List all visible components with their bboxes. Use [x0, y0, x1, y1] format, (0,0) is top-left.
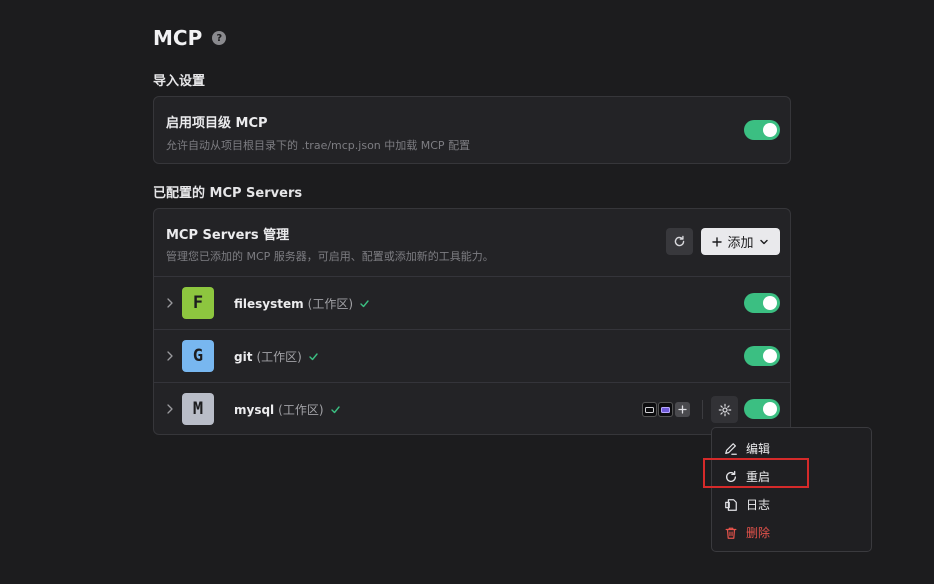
add-server-label: 添加 [727, 236, 754, 251]
project-mcp-title: 启用项目级 MCP [166, 116, 268, 131]
check-icon [330, 405, 340, 414]
tool-badge-icon[interactable] [642, 402, 657, 417]
menu-item-label: 删除 [746, 526, 771, 540]
server-name: git [234, 349, 253, 364]
import-settings-heading: 导入设置 [153, 74, 206, 89]
check-icon [360, 299, 369, 308]
server-toggle-filesystem[interactable] [744, 293, 780, 313]
refresh-button[interactable] [666, 228, 693, 255]
servers-card: MCP Servers 管理 管理您已添加的 MCP 服务器，可启用、配置或添加… [153, 208, 791, 435]
server-avatar: F [182, 287, 214, 319]
server-name: filesystem [234, 296, 304, 311]
menu-item-label: 重启 [746, 470, 771, 484]
server-row-mysql[interactable]: M mysql (工作区) [154, 382, 790, 435]
page-title-text: MCP [153, 26, 203, 50]
chevron-right-icon[interactable] [164, 297, 176, 309]
servers-manage-title: MCP Servers 管理 [166, 228, 290, 243]
project-mcp-toggle[interactable] [744, 120, 780, 140]
configured-servers-heading: 已配置的 MCP Servers [153, 186, 303, 201]
divider [702, 400, 703, 419]
tool-badge-icon[interactable] [658, 402, 673, 417]
chevron-down-icon [759, 239, 768, 244]
server-scope: (工作区) [278, 403, 324, 417]
more-tools-icon[interactable] [675, 402, 690, 417]
check-icon [309, 352, 318, 361]
server-avatar: M [182, 393, 214, 425]
log-icon [725, 498, 737, 511]
chevron-right-icon[interactable] [164, 403, 176, 415]
server-context-menu: 编辑 重启 日志 删除 [711, 427, 872, 552]
add-server-button[interactable]: 添加 [701, 228, 780, 255]
server-name: mysql [234, 402, 275, 417]
menu-item-edit[interactable]: 编辑 [724, 440, 770, 457]
server-scope: (工作区) [256, 350, 302, 364]
project-mcp-card: 启用项目级 MCP 允许自动从项目根目录下的 .trae/mcp.json 中加… [153, 96, 791, 164]
server-toggle-git[interactable] [744, 346, 780, 366]
menu-item-delete[interactable]: 删除 [724, 524, 770, 541]
restart-icon [725, 470, 737, 482]
chevron-right-icon[interactable] [164, 350, 176, 362]
server-row-filesystem[interactable]: F filesystem (工作区) [154, 276, 790, 329]
server-title: mysql (工作区) [234, 401, 340, 418]
menu-item-logs[interactable]: 日志 [724, 496, 770, 513]
gear-icon [718, 403, 731, 416]
page-title: MCP ? [153, 26, 227, 50]
plus-icon [712, 236, 723, 247]
server-toggle-mysql[interactable] [744, 399, 780, 419]
server-scope: (工作区) [307, 297, 354, 311]
servers-manage-description: 管理您已添加的 MCP 服务器，可启用、配置或添加新的工具能力。 [166, 250, 494, 263]
server-title: git (工作区) [234, 348, 318, 365]
project-mcp-description: 允许自动从项目根目录下的 .trae/mcp.json 中加载 MCP 配置 [166, 139, 471, 152]
server-avatar: G [182, 340, 214, 372]
refresh-icon [674, 235, 685, 247]
server-title: filesystem (工作区) [234, 295, 369, 312]
server-settings-button[interactable] [711, 396, 738, 423]
help-icon[interactable]: ? [212, 31, 227, 45]
menu-item-label: 日志 [746, 498, 771, 512]
server-row-git[interactable]: G git (工作区) [154, 329, 790, 382]
menu-item-restart[interactable]: 重启 [724, 468, 770, 485]
menu-item-label: 编辑 [746, 442, 771, 456]
trash-icon [725, 527, 737, 539]
servers-manage-header: MCP Servers 管理 管理您已添加的 MCP 服务器，可启用、配置或添加… [154, 209, 790, 276]
edit-icon [725, 442, 737, 455]
